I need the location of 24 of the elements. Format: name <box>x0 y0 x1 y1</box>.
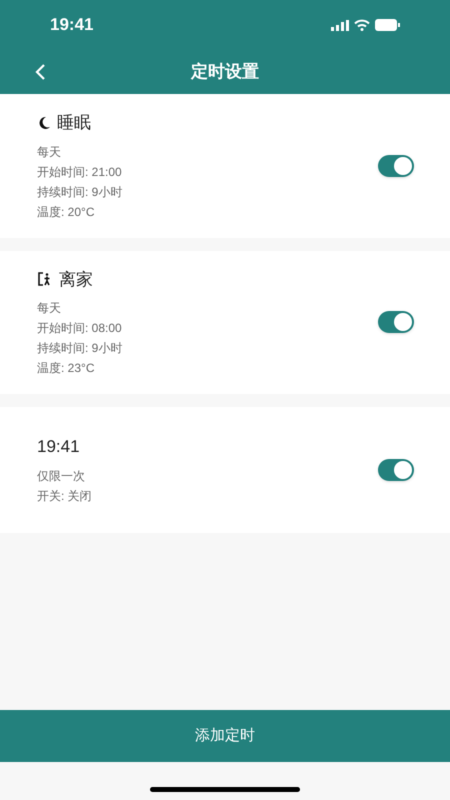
schedule-detail: 温度: 23°C <box>37 360 96 377</box>
schedule-detail: 开始时间: 08:00 <box>37 320 123 337</box>
back-icon <box>34 63 46 81</box>
schedule-detail: 每天 <box>37 300 62 317</box>
toggle-switch[interactable] <box>378 154 414 177</box>
schedule-title: 19:41 <box>37 436 80 458</box>
add-schedule-button[interactable]: 添加定时 <box>0 710 450 762</box>
signal-icon <box>331 20 349 30</box>
schedule-detail: 持续时间: 9小时 <box>37 340 124 357</box>
wifi-icon <box>354 19 370 31</box>
schedule-title: 离家 <box>59 268 93 290</box>
toggle-switch[interactable] <box>378 459 414 481</box>
schedule-detail: 每天 <box>37 144 62 160</box>
schedule-detail: 开始时间: 21:00 <box>37 164 123 180</box>
battery-icon <box>375 19 400 31</box>
page-title: 定时设置 <box>191 61 259 84</box>
toggle-switch[interactable] <box>378 311 414 334</box>
status-time: 19:41 <box>50 14 94 36</box>
moon-icon <box>37 116 51 130</box>
schedule-detail: 开关: 关闭 <box>37 488 93 505</box>
schedule-detail: 温度: 20°C <box>37 204 96 220</box>
schedule-title: 睡眠 <box>57 112 91 134</box>
schedule-detail: 仅限一次 <box>37 468 86 485</box>
schedule-detail: 持续时间: 9小时 <box>37 184 124 200</box>
